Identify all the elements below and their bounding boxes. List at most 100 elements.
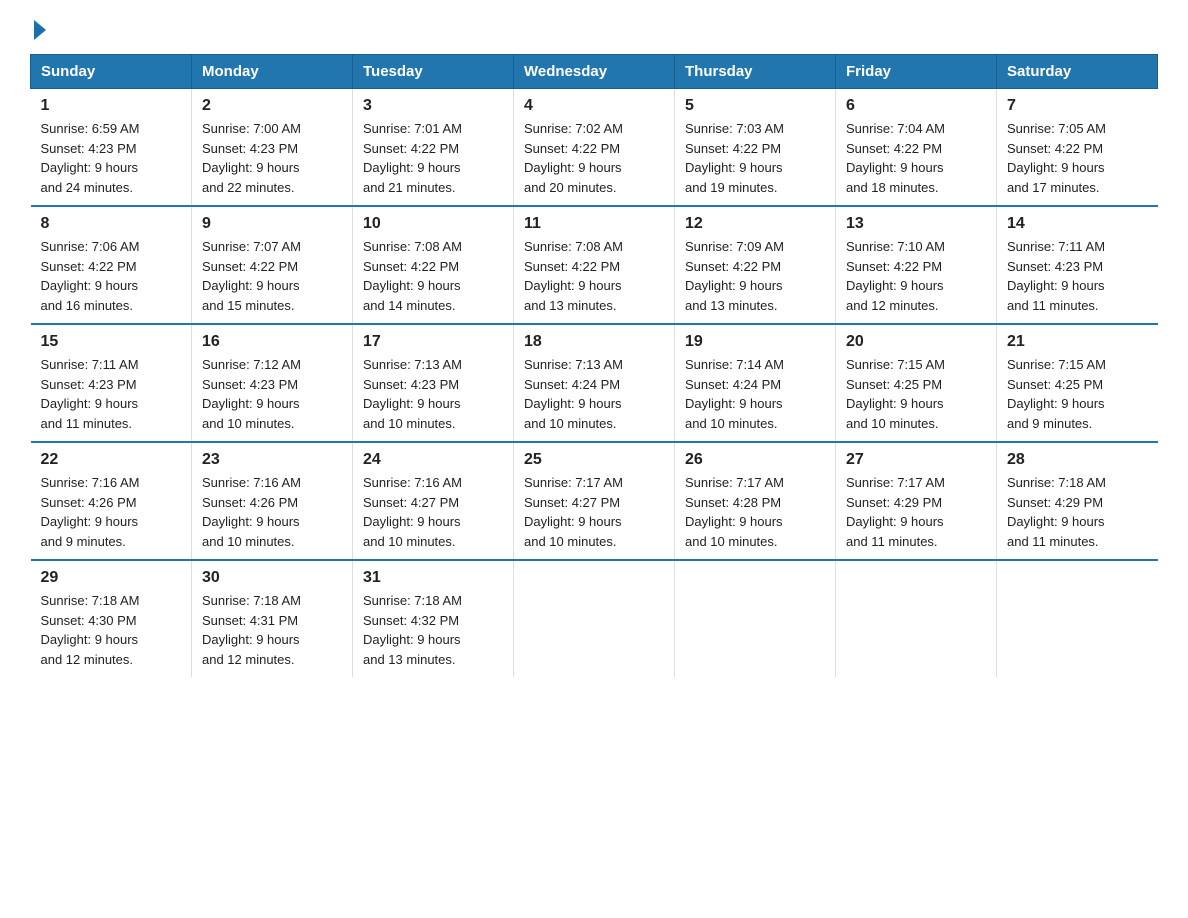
- day-info: Sunrise: 7:08 AMSunset: 4:22 PMDaylight:…: [524, 237, 664, 315]
- day-info: Sunrise: 7:09 AMSunset: 4:22 PMDaylight:…: [685, 237, 825, 315]
- day-number: 2: [202, 97, 342, 115]
- calendar-cell: 22 Sunrise: 7:16 AMSunset: 4:26 PMDayligh…: [31, 442, 192, 560]
- day-info: Sunrise: 7:18 AMSunset: 4:32 PMDaylight:…: [363, 591, 503, 669]
- calendar-cell: 30 Sunrise: 7:18 AMSunset: 4:31 PMDayligh…: [192, 560, 353, 677]
- day-number: 7: [1007, 97, 1148, 115]
- day-number: 15: [41, 333, 182, 351]
- day-info: Sunrise: 7:17 AMSunset: 4:28 PMDaylight:…: [685, 473, 825, 551]
- day-number: 30: [202, 569, 342, 587]
- day-number: 19: [685, 333, 825, 351]
- calendar-cell: 20 Sunrise: 7:15 AMSunset: 4:25 PMDayligh…: [836, 324, 997, 442]
- calendar-cell: [514, 560, 675, 677]
- day-number: 22: [41, 451, 182, 469]
- calendar-cell: 16Sunrise: 7:12 AMSunset: 4:23 PMDayligh…: [192, 324, 353, 442]
- calendar-cell: 8 Sunrise: 7:06 AMSunset: 4:22 PMDaylight…: [31, 206, 192, 324]
- calendar-week-row: 29 Sunrise: 7:18 AMSunset: 4:30 PMDayligh…: [31, 560, 1158, 677]
- calendar-cell: 21Sunrise: 7:15 AMSunset: 4:25 PMDayligh…: [997, 324, 1158, 442]
- day-number: 23: [202, 451, 342, 469]
- calendar-cell: 11 Sunrise: 7:08 AMSunset: 4:22 PMDayligh…: [514, 206, 675, 324]
- logo-arrow-icon: [34, 20, 46, 40]
- calendar-cell: 29 Sunrise: 7:18 AMSunset: 4:30 PMDayligh…: [31, 560, 192, 677]
- day-number: 29: [41, 569, 182, 587]
- calendar-cell: 25 Sunrise: 7:17 AMSunset: 4:27 PMDayligh…: [514, 442, 675, 560]
- day-info: Sunrise: 7:16 AMSunset: 4:27 PMDaylight:…: [363, 473, 503, 551]
- calendar-week-row: 8 Sunrise: 7:06 AMSunset: 4:22 PMDaylight…: [31, 206, 1158, 324]
- weekday-header-friday: Friday: [836, 55, 997, 89]
- calendar-cell: 14 Sunrise: 7:11 AMSunset: 4:23 PMDayligh…: [997, 206, 1158, 324]
- calendar-cell: 2 Sunrise: 7:00 AMSunset: 4:23 PMDaylight…: [192, 89, 353, 207]
- day-number: 21: [1007, 333, 1148, 351]
- day-info: Sunrise: 7:02 AMSunset: 4:22 PMDaylight:…: [524, 119, 664, 197]
- calendar-week-row: 22 Sunrise: 7:16 AMSunset: 4:26 PMDayligh…: [31, 442, 1158, 560]
- day-info: Sunrise: 7:12 AMSunset: 4:23 PMDaylight:…: [202, 355, 342, 433]
- day-info: Sunrise: 7:13 AMSunset: 4:24 PMDaylight:…: [524, 355, 664, 433]
- calendar-cell: 26 Sunrise: 7:17 AMSunset: 4:28 PMDayligh…: [675, 442, 836, 560]
- calendar-cell: 23 Sunrise: 7:16 AMSunset: 4:26 PMDayligh…: [192, 442, 353, 560]
- day-info: Sunrise: 7:14 AMSunset: 4:24 PMDaylight:…: [685, 355, 825, 433]
- day-number: 14: [1007, 215, 1148, 233]
- weekday-header-sunday: Sunday: [31, 55, 192, 89]
- day-info: Sunrise: 7:13 AMSunset: 4:23 PMDaylight:…: [363, 355, 503, 433]
- day-number: 4: [524, 97, 664, 115]
- calendar-cell: 12 Sunrise: 7:09 AMSunset: 4:22 PMDayligh…: [675, 206, 836, 324]
- calendar-header-row: SundayMondayTuesdayWednesdayThursdayFrid…: [31, 55, 1158, 89]
- calendar-week-row: 15 Sunrise: 7:11 AMSunset: 4:23 PMDayligh…: [31, 324, 1158, 442]
- calendar-cell: 1Sunrise: 6:59 AMSunset: 4:23 PMDaylight…: [31, 89, 192, 207]
- logo: [30, 20, 46, 36]
- day-number: 31: [363, 569, 503, 587]
- day-number: 11: [524, 215, 664, 233]
- day-info: Sunrise: 7:18 AMSunset: 4:31 PMDaylight:…: [202, 591, 342, 669]
- day-info: Sunrise: 7:11 AMSunset: 4:23 PMDaylight:…: [1007, 237, 1148, 315]
- calendar-cell: [836, 560, 997, 677]
- calendar-cell: 18 Sunrise: 7:13 AMSunset: 4:24 PMDayligh…: [514, 324, 675, 442]
- day-number: 13: [846, 215, 986, 233]
- calendar-cell: [675, 560, 836, 677]
- day-info: Sunrise: 7:06 AMSunset: 4:22 PMDaylight:…: [41, 237, 182, 315]
- calendar-cell: 3 Sunrise: 7:01 AMSunset: 4:22 PMDaylight…: [353, 89, 514, 207]
- day-number: 26: [685, 451, 825, 469]
- day-number: 18: [524, 333, 664, 351]
- day-number: 25: [524, 451, 664, 469]
- day-number: 28: [1007, 451, 1148, 469]
- day-info: Sunrise: 7:00 AMSunset: 4:23 PMDaylight:…: [202, 119, 342, 197]
- calendar-cell: 27 Sunrise: 7:17 AMSunset: 4:29 PMDayligh…: [836, 442, 997, 560]
- day-number: 1: [41, 97, 182, 115]
- page-header: [30, 20, 1158, 36]
- day-number: 10: [363, 215, 503, 233]
- day-info: Sunrise: 7:15 AMSunset: 4:25 PMDaylight:…: [846, 355, 986, 433]
- day-info: Sunrise: 7:10 AMSunset: 4:22 PMDaylight:…: [846, 237, 986, 315]
- day-number: 12: [685, 215, 825, 233]
- calendar-cell: 13 Sunrise: 7:10 AMSunset: 4:22 PMDayligh…: [836, 206, 997, 324]
- day-number: 20: [846, 333, 986, 351]
- day-number: 8: [41, 215, 182, 233]
- calendar-cell: 24 Sunrise: 7:16 AMSunset: 4:27 PMDayligh…: [353, 442, 514, 560]
- day-number: 17: [363, 333, 503, 351]
- weekday-header-saturday: Saturday: [997, 55, 1158, 89]
- calendar-cell: 17 Sunrise: 7:13 AMSunset: 4:23 PMDayligh…: [353, 324, 514, 442]
- calendar-cell: 15 Sunrise: 7:11 AMSunset: 4:23 PMDayligh…: [31, 324, 192, 442]
- day-number: 27: [846, 451, 986, 469]
- day-number: 6: [846, 97, 986, 115]
- day-info: Sunrise: 7:08 AMSunset: 4:22 PMDaylight:…: [363, 237, 503, 315]
- day-info: Sunrise: 7:01 AMSunset: 4:22 PMDaylight:…: [363, 119, 503, 197]
- day-info: Sunrise: 7:05 AMSunset: 4:22 PMDaylight:…: [1007, 119, 1148, 197]
- weekday-header-wednesday: Wednesday: [514, 55, 675, 89]
- calendar-table: SundayMondayTuesdayWednesdayThursdayFrid…: [30, 54, 1158, 677]
- day-info: Sunrise: 7:17 AMSunset: 4:29 PMDaylight:…: [846, 473, 986, 551]
- day-info: Sunrise: 7:18 AMSunset: 4:30 PMDaylight:…: [41, 591, 182, 669]
- day-info: Sunrise: 7:07 AMSunset: 4:22 PMDaylight:…: [202, 237, 342, 315]
- day-number: 5: [685, 97, 825, 115]
- calendar-cell: 5Sunrise: 7:03 AMSunset: 4:22 PMDaylight…: [675, 89, 836, 207]
- weekday-header-tuesday: Tuesday: [353, 55, 514, 89]
- calendar-cell: 28Sunrise: 7:18 AMSunset: 4:29 PMDayligh…: [997, 442, 1158, 560]
- calendar-cell: 7 Sunrise: 7:05 AMSunset: 4:22 PMDaylight…: [997, 89, 1158, 207]
- day-number: 24: [363, 451, 503, 469]
- day-info: Sunrise: 7:17 AMSunset: 4:27 PMDaylight:…: [524, 473, 664, 551]
- day-info: Sunrise: 7:16 AMSunset: 4:26 PMDaylight:…: [41, 473, 182, 551]
- calendar-cell: 6Sunrise: 7:04 AMSunset: 4:22 PMDaylight…: [836, 89, 997, 207]
- day-info: Sunrise: 7:16 AMSunset: 4:26 PMDaylight:…: [202, 473, 342, 551]
- day-number: 3: [363, 97, 503, 115]
- day-number: 9: [202, 215, 342, 233]
- day-info: Sunrise: 7:11 AMSunset: 4:23 PMDaylight:…: [41, 355, 182, 433]
- weekday-header-monday: Monday: [192, 55, 353, 89]
